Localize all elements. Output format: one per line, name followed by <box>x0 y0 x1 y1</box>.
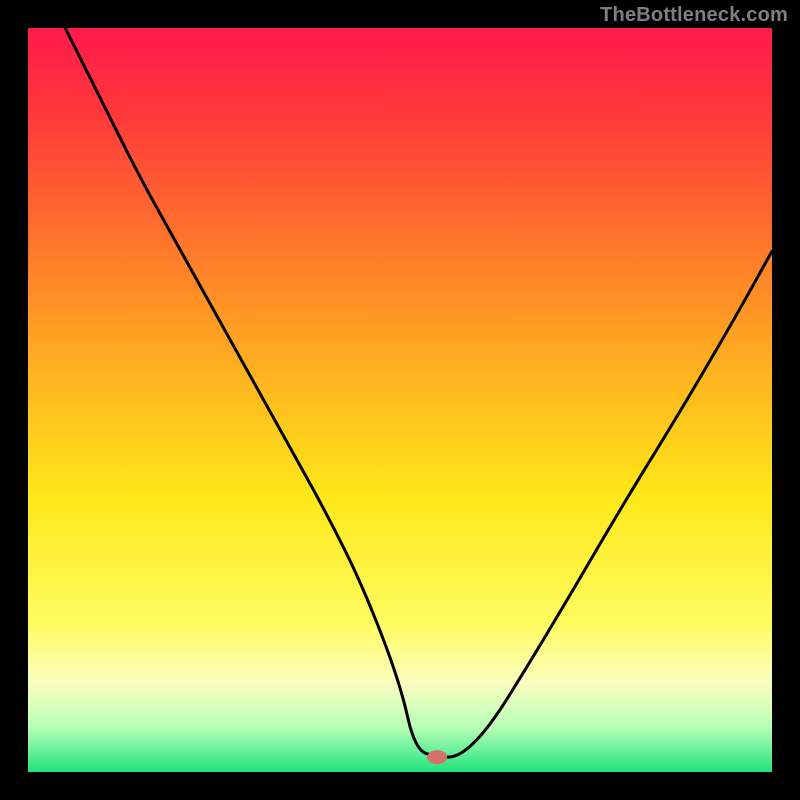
chart-frame: TheBottleneck.com <box>0 0 800 800</box>
optimum-marker <box>427 750 447 764</box>
chart-svg <box>28 28 772 772</box>
plot-area <box>28 28 772 772</box>
watermark-text: TheBottleneck.com <box>600 4 788 27</box>
gradient-background <box>28 28 772 772</box>
